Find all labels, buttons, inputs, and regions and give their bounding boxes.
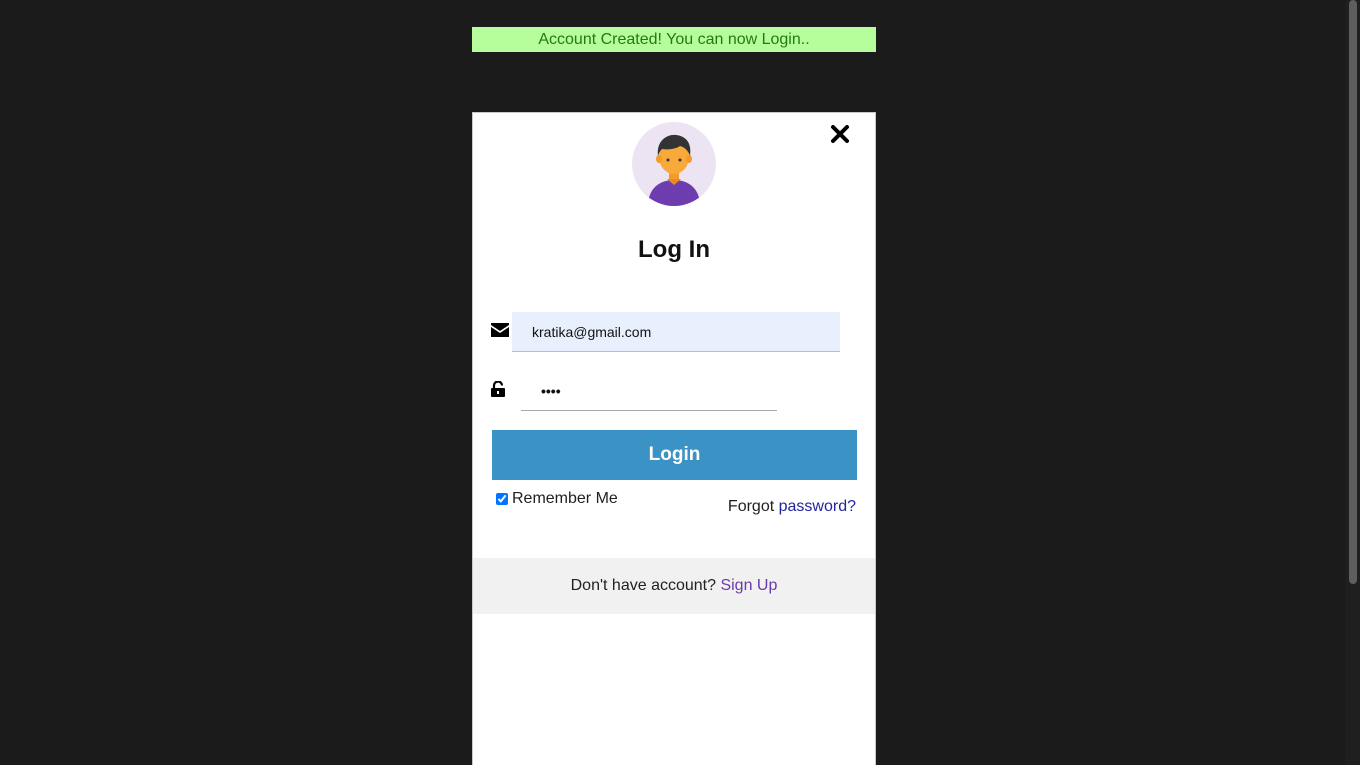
forgot-prefix: Forgot [727,498,775,515]
forgot-password: Forgot password? [728,498,856,516]
signup-link[interactable]: Sign Up [720,577,777,594]
login-button[interactable]: Login [492,430,857,480]
scrollbar-thumb[interactable] [1349,0,1357,584]
remember-me[interactable]: Remember Me [496,490,618,508]
scrollbar[interactable] [1345,0,1360,765]
email-field[interactable] [512,312,840,352]
login-modal: Log In Login Remember Me Forgot password… [472,112,876,765]
close-icon [831,125,849,143]
forgot-password-link[interactable]: password? [779,498,856,515]
close-button[interactable] [829,123,851,145]
page: Account Created! You can now Login.. Log… [0,0,1360,765]
page-title: Log In [638,236,710,263]
password-field[interactable] [521,371,777,411]
envelope-icon [491,323,509,341]
remember-me-checkbox[interactable] [496,493,508,505]
signup-footer: Don't have account? Sign Up [473,558,875,614]
unlock-icon [491,380,509,399]
user-avatar-icon [632,122,716,206]
remember-me-label: Remember Me [512,490,618,507]
signup-prefix: Don't have account? [570,577,716,594]
alert-message: Account Created! You can now Login.. [538,31,810,48]
success-alert: Account Created! You can now Login.. [472,27,876,52]
